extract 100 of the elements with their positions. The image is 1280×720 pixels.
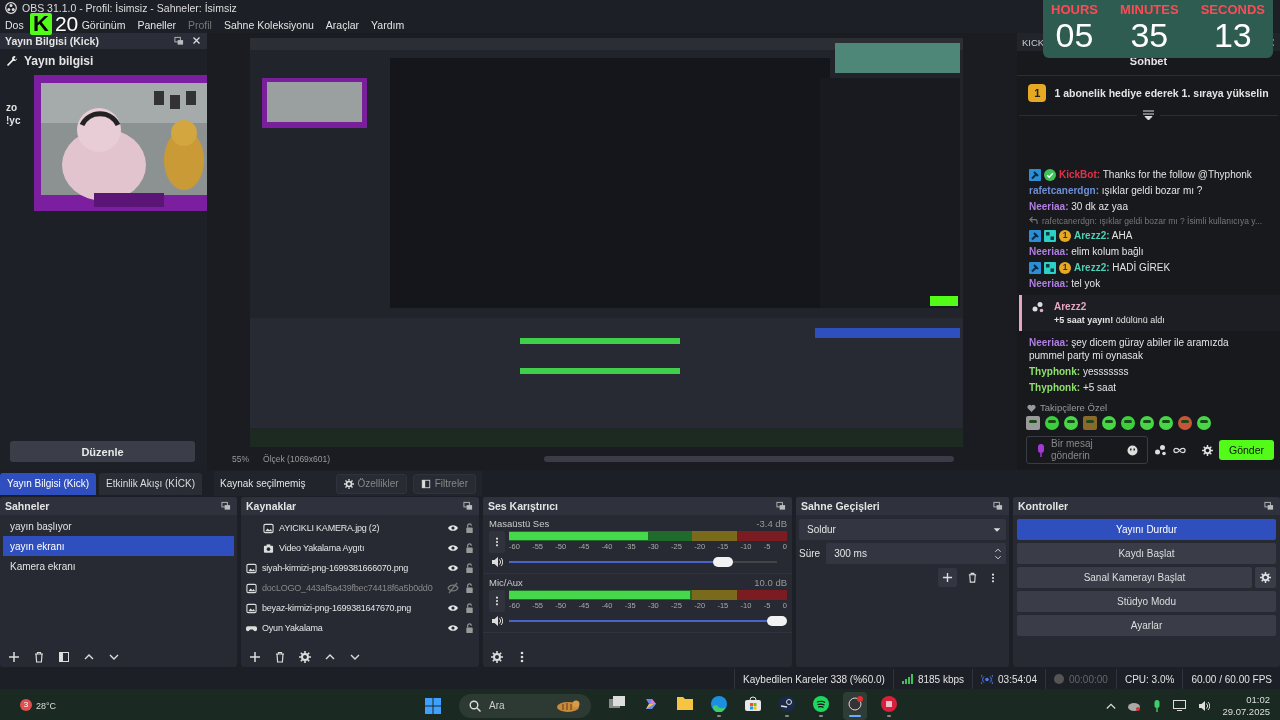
eye-hidden-icon[interactable] [447, 582, 459, 594]
emote-icon[interactable] [1120, 415, 1136, 431]
lock-icon[interactable] [464, 582, 475, 594]
slider-thumb[interactable] [713, 557, 734, 567]
speaker-icon[interactable] [1198, 699, 1211, 712]
menu-item[interactable]: Yardım [365, 18, 411, 31]
gears-icon[interactable] [491, 651, 503, 663]
browser-icon[interactable] [711, 695, 727, 712]
control-button[interactable]: Ayarlar [1017, 615, 1276, 636]
undock-icon[interactable] [1264, 501, 1274, 511]
eye-icon[interactable] [447, 602, 459, 614]
add-button[interactable] [938, 568, 957, 587]
chat-username[interactable]: KickBot: [1059, 169, 1101, 180]
source-name[interactable]: Video Yakalama Aygıtı [279, 543, 442, 553]
search-field[interactable]: Ara [459, 693, 591, 718]
mic-icon[interactable] [1153, 699, 1162, 712]
emote-icon[interactable] [1196, 415, 1212, 431]
menu-item[interactable]: Paneller [131, 18, 182, 31]
undock-icon[interactable] [776, 501, 786, 511]
chat-username[interactable]: Thyphonk: [1029, 366, 1081, 377]
control-button[interactable]: Yayını Durdur [1017, 519, 1276, 540]
chat-username[interactable]: Neeriaa: [1029, 201, 1069, 212]
channel-menu-button[interactable] [489, 531, 505, 553]
chat-username[interactable]: Neeriaa: [1029, 246, 1069, 257]
undock-icon[interactable] [463, 501, 473, 511]
menu-item[interactable]: Sahne Koleksiyonu [217, 18, 320, 31]
eye-icon[interactable] [447, 622, 459, 634]
lock-icon[interactable] [464, 622, 475, 634]
trash-icon[interactable] [274, 651, 286, 663]
eye-icon[interactable] [447, 542, 459, 554]
send-button[interactable]: Gönder [1218, 440, 1274, 460]
control-button[interactable]: Kaydı Başlat [1017, 543, 1276, 564]
points-icon[interactable] [1153, 444, 1167, 456]
close-icon[interactable] [192, 36, 201, 45]
chevron-up-icon[interactable] [1106, 701, 1117, 710]
music-icon[interactable] [813, 695, 829, 712]
trash-icon[interactable] [967, 572, 978, 583]
speaker-icon[interactable] [491, 615, 503, 627]
chat-username[interactable]: Thyphonk: [1029, 382, 1081, 393]
source-name[interactable]: AYICIKLI KAMERA.jpg (2) [279, 523, 442, 533]
chat-username[interactable]: rafetcanerdgn: [1029, 185, 1099, 196]
chat-username[interactable]: Neeriaa: [1029, 337, 1069, 348]
control-button[interactable]: Stüdyo Modu [1017, 591, 1276, 612]
scrollbar[interactable] [544, 456, 955, 462]
chat-username[interactable]: Arezz2: [1074, 230, 1110, 241]
cloud-icon[interactable] [1128, 700, 1142, 711]
app-logo-icon[interactable] [847, 695, 863, 712]
windows-icon[interactable] [609, 695, 625, 710]
folder-icon[interactable] [677, 695, 693, 710]
menu-item[interactable]: Araçlar [319, 18, 366, 31]
speaker-icon[interactable] [491, 556, 503, 568]
duration-field[interactable]: 300 ms [826, 543, 1006, 564]
chat-username[interactable]: Arezz2: [1074, 262, 1110, 273]
settings-icon[interactable] [299, 651, 311, 663]
chat-username[interactable]: Neeriaa: [1029, 278, 1069, 289]
scene-item[interactable]: Kamera ekranı [3, 556, 234, 576]
source-name[interactable]: Oyun Yakalama [262, 623, 442, 633]
emote-icon[interactable] [1177, 415, 1193, 431]
eye-icon[interactable] [447, 522, 459, 534]
bag-icon[interactable] [745, 695, 761, 711]
monitor-icon[interactable] [1173, 700, 1187, 711]
properties-button[interactable]: Özellikler [335, 473, 407, 494]
filter-panel-icon[interactable] [58, 651, 70, 663]
eye-icon[interactable] [447, 562, 459, 574]
dock-tab[interactable]: Yayın Bilgisi (Kick) [0, 472, 97, 495]
trash-icon[interactable] [33, 651, 45, 663]
menu-item[interactable]: Dos [5, 18, 24, 31]
emote-icon[interactable] [1101, 415, 1117, 431]
settings-button[interactable] [1255, 567, 1276, 588]
source-name[interactable]: docLOGO_443af5a439fbec74418f6a5b0dd0 [262, 583, 442, 593]
collapse-icon[interactable] [1143, 110, 1154, 120]
filters-button[interactable]: Filtreler [412, 473, 476, 494]
dock-tab[interactable]: Etkinlik Akışı (KİCK) [99, 472, 202, 495]
add-icon[interactable] [249, 651, 261, 663]
undock-icon[interactable] [993, 501, 1003, 511]
message-input[interactable]: Bir mesaj gönderin [1051, 437, 1121, 463]
edit-button[interactable]: Düzenle [10, 441, 195, 462]
undock-icon[interactable] [174, 36, 184, 46]
app-icon[interactable] [881, 695, 897, 712]
emote-icon[interactable] [1063, 415, 1079, 431]
lock-icon[interactable] [464, 602, 475, 614]
start-icon[interactable] [425, 697, 441, 714]
message-field[interactable]: Bir mesaj gönderin [1026, 436, 1148, 464]
emote-icon[interactable] [1139, 415, 1155, 431]
source-name[interactable]: siyah-kirmizi-png-1699381666070.png [262, 563, 442, 573]
add-icon[interactable] [8, 651, 20, 663]
settings-icon[interactable] [1201, 444, 1213, 456]
emote-icon[interactable] [1158, 415, 1174, 431]
channel-menu-button[interactable] [489, 590, 505, 612]
taskbar-button[interactable] [843, 691, 867, 720]
steam-icon[interactable] [779, 695, 795, 712]
transition-dropdown[interactable]: Soldur [799, 519, 1006, 540]
emote-icon[interactable] [1044, 415, 1060, 431]
emoji-icon[interactable] [1127, 444, 1138, 456]
undock-icon[interactable] [221, 501, 231, 511]
lock-icon[interactable] [464, 562, 475, 574]
scene-item[interactable]: yayın başlıyor [3, 516, 234, 536]
scene-item[interactable]: yayın ekranı [3, 536, 234, 556]
control-button[interactable]: Sanal Kamerayı Başlat [1017, 567, 1252, 588]
slider-thumb[interactable] [767, 616, 787, 626]
